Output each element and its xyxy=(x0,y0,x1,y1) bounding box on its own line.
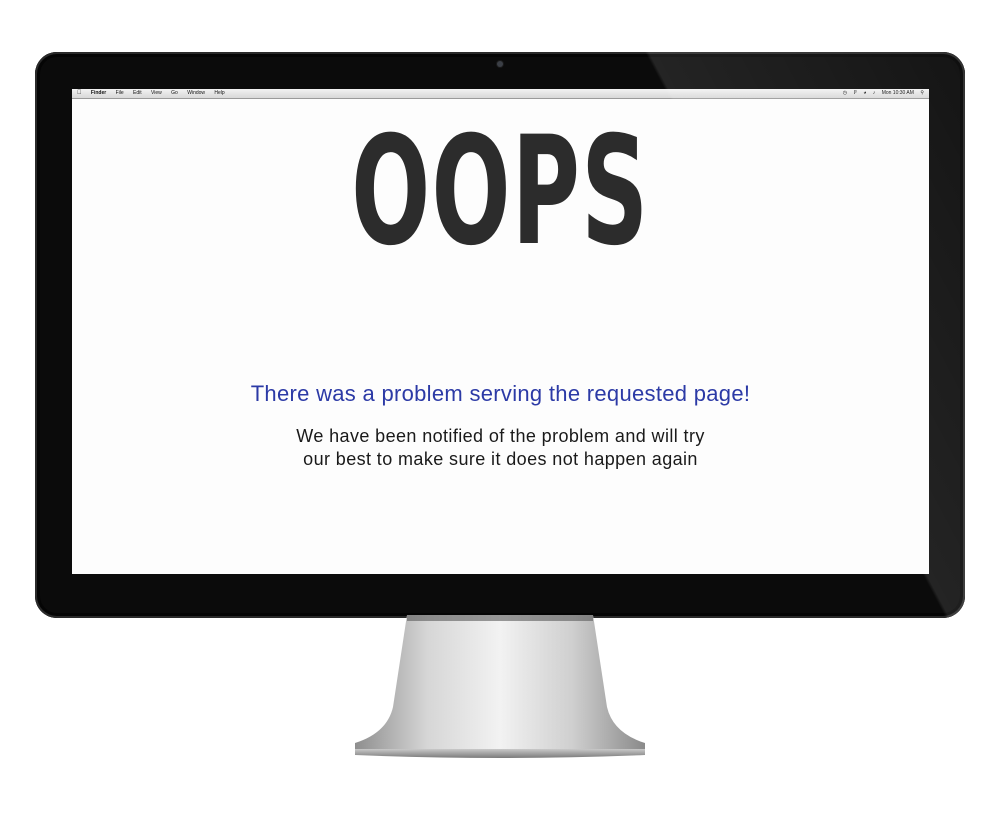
menu-item-help[interactable]: Help xyxy=(214,90,224,96)
error-message: We have been notified of the problem and… xyxy=(72,425,929,471)
menu-bar:  Finder File Edit View Go Window Help ◷… xyxy=(72,89,929,99)
menu-item-window[interactable]: Window xyxy=(187,90,205,96)
screen:  Finder File Edit View Go Window Help ◷… xyxy=(72,89,929,574)
error-message-line-1: We have been notified of the problem and… xyxy=(296,426,705,446)
wifi-icon[interactable]: ◕ xyxy=(863,90,866,96)
spotlight-icon[interactable]: ⚲ xyxy=(920,90,924,96)
monitor-bezel:  Finder File Edit View Go Window Help ◷… xyxy=(35,52,965,618)
menu-item-finder[interactable]: Finder xyxy=(91,90,106,96)
time-machine-icon[interactable]: ◷ xyxy=(843,90,847,96)
menu-item-view[interactable]: View xyxy=(151,90,162,96)
error-message-line-2: our best to make sure it does not happen… xyxy=(303,449,698,469)
menu-item-file[interactable]: File xyxy=(116,90,124,96)
monitor-stand xyxy=(355,615,645,758)
camera-icon xyxy=(497,61,503,67)
menu-item-go[interactable]: Go xyxy=(171,90,178,96)
menu-clock[interactable]: Mon 10:30 AM xyxy=(882,90,914,96)
oops-heading: OOPS xyxy=(351,105,650,279)
error-headline: There was a problem serving the requeste… xyxy=(250,381,751,406)
bluetooth-icon[interactable]: ℙ xyxy=(853,90,857,96)
volume-icon[interactable]: ♪ xyxy=(873,90,876,96)
apple-logo-icon[interactable]:  xyxy=(77,90,82,96)
menu-item-edit[interactable]: Edit xyxy=(133,90,142,96)
